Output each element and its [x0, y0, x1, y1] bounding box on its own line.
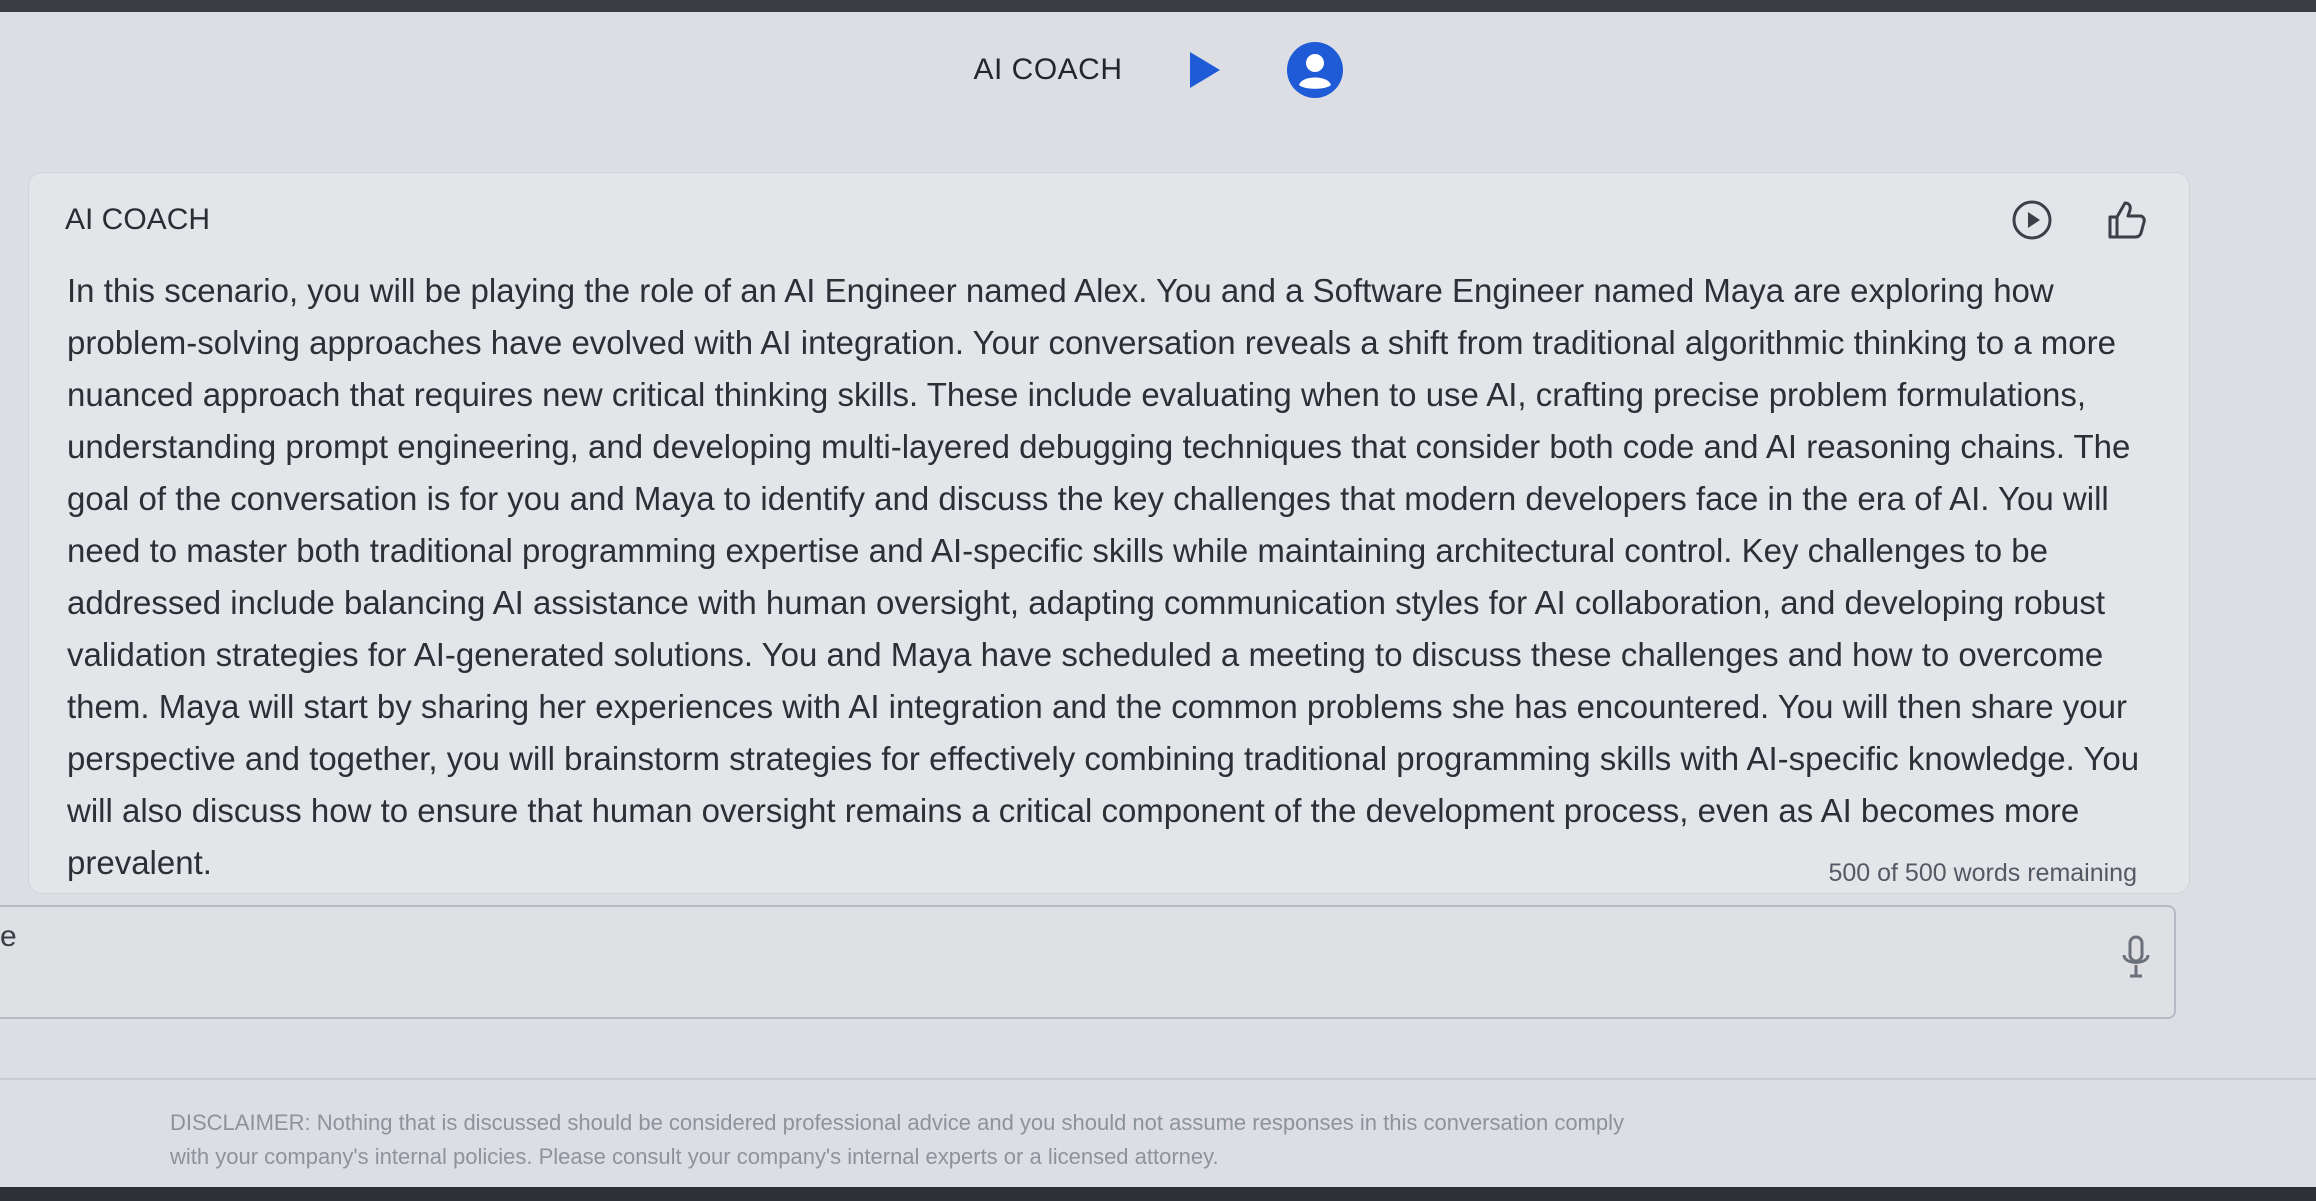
top-bezel: [0, 0, 2316, 12]
bottom-bezel: [0, 1187, 2316, 1201]
divider: [0, 1078, 2316, 1080]
user-avatar-icon[interactable]: [1286, 41, 1343, 98]
thumbs-up-icon[interactable]: [2103, 197, 2149, 243]
word-count: 500 of 500 words remaining: [1828, 859, 2137, 887]
app-header: AI COACH: [0, 12, 2316, 127]
play-circle-icon[interactable]: [2009, 197, 2055, 243]
microphone-icon[interactable]: [2116, 932, 2156, 982]
card-actions: [2009, 197, 2149, 243]
coach-message-card: AI COACH In this scenario, you will be p…: [28, 172, 2190, 894]
play-icon[interactable]: [1183, 48, 1227, 92]
disclaimer: DISCLAIMER: Nothing that is discussed sh…: [170, 1106, 1870, 1174]
left-text-fragment: e: [0, 920, 17, 953]
card-label: AI COACH: [65, 203, 211, 236]
disclaimer-line-2: with your company's internal policies. P…: [170, 1144, 1219, 1169]
response-input[interactable]: [0, 905, 2176, 1019]
disclaimer-line-1: DISCLAIMER: Nothing that is discussed sh…: [170, 1110, 1625, 1135]
scenario-text: In this scenario, you will be playing th…: [67, 272, 2140, 881]
header-title: AI COACH: [973, 52, 1123, 86]
